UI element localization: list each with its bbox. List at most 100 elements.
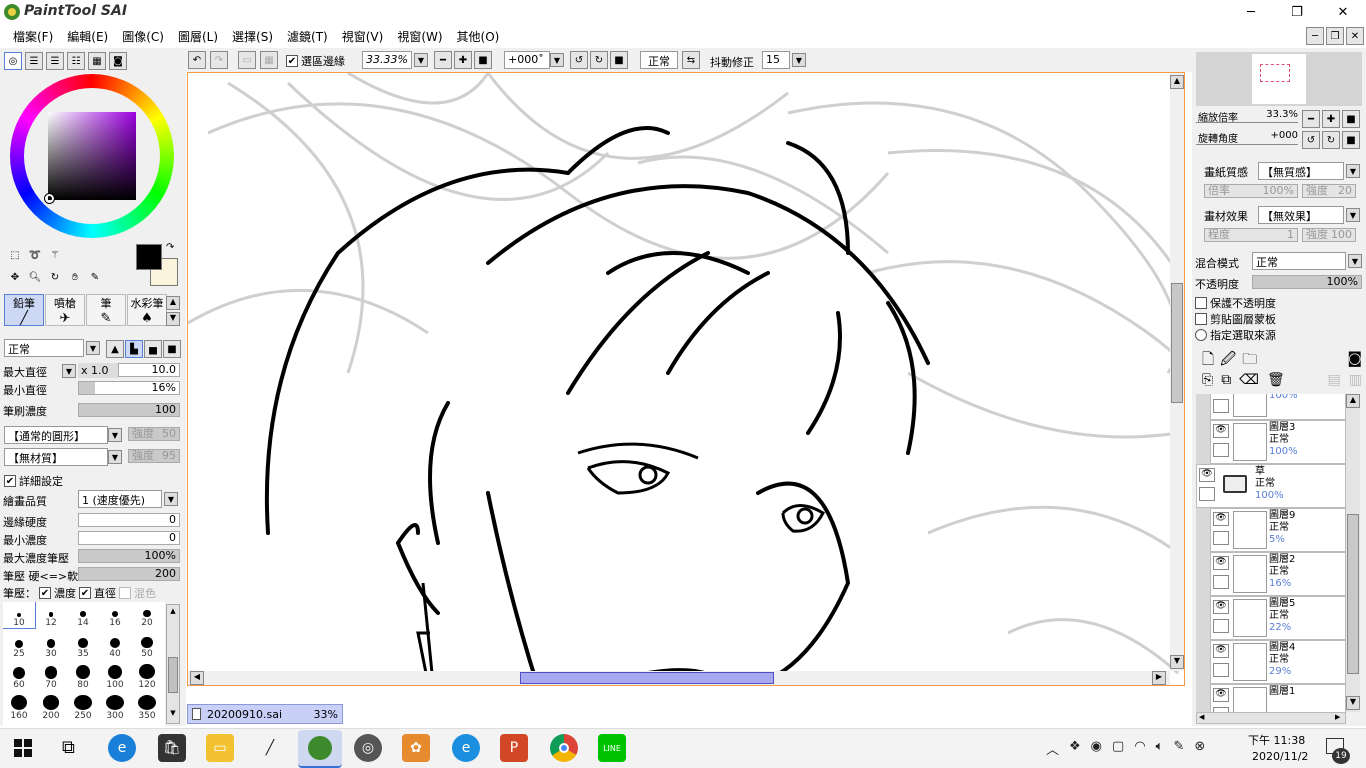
hsv-slider-tab-icon[interactable]: ☰ xyxy=(46,52,64,70)
layer-item[interactable]: 👁 圖層2 正常 16% xyxy=(1210,552,1346,596)
protect-opacity-checkbox[interactable] xyxy=(1195,297,1207,309)
nav-zoom-in-button[interactable]: ✚ xyxy=(1322,110,1340,128)
paint-icon[interactable]: ✿ xyxy=(402,734,430,762)
layer-list-hscrollbar[interactable]: ◀ ▶ xyxy=(1196,712,1346,724)
tip-hard-icon[interactable]: ▲ xyxy=(106,340,124,358)
primary-color-swatch[interactable] xyxy=(136,244,162,270)
blend-mode-select[interactable]: 正常 xyxy=(1252,252,1346,270)
brush-size-cell[interactable]: 100 xyxy=(99,664,131,690)
tool-scroll-up-icon[interactable]: ▲ xyxy=(166,296,180,310)
angle-dropdown-icon[interactable]: ▼ xyxy=(550,53,564,67)
brush-size-cell[interactable]: 60 xyxy=(3,664,35,690)
flip-button[interactable]: ⇆ xyxy=(682,51,700,69)
merge-down-icon[interactable]: ⎘ xyxy=(1202,372,1213,388)
layer-option-b-icon[interactable]: ▥ xyxy=(1349,372,1362,388)
effect-strength-slider[interactable]: 強度 100 xyxy=(1302,228,1356,242)
tool-tab-0[interactable]: 鉛筆 ╱ xyxy=(4,294,44,326)
nav-zoom-reset-button[interactable]: ■ xyxy=(1342,110,1360,128)
pressure-size-checkbox[interactable]: ✔ xyxy=(79,587,91,599)
rect-select-icon[interactable]: ⬚ xyxy=(6,246,24,264)
brush-app-icon[interactable]: ╱ xyxy=(256,734,284,762)
antivirus-icon[interactable]: ◉ xyxy=(1091,739,1102,758)
brush-size-cell[interactable]: 14 xyxy=(67,602,99,628)
line-icon[interactable]: LINE xyxy=(598,734,626,762)
file-tab[interactable]: 20200910.sai 33% xyxy=(187,704,343,724)
brush-size-cell[interactable]: 70 xyxy=(35,664,67,690)
dropbox-icon[interactable]: ❖ xyxy=(1069,739,1081,758)
doc-minimize-button[interactable]: ─ xyxy=(1306,27,1324,45)
new-layer-icon[interactable]: 🗋 xyxy=(1202,349,1214,374)
move-icon[interactable]: ✥ xyxy=(6,268,24,286)
rotate-left-button[interactable]: ↺ xyxy=(570,51,588,69)
palette-tab-icon[interactable]: ▦ xyxy=(88,52,106,70)
swap-colors-icon[interactable]: ↷ xyxy=(166,242,174,253)
stabilizer-dropdown-icon[interactable]: ▼ xyxy=(792,53,806,67)
layer-mask-icon[interactable]: ◙ xyxy=(1347,349,1362,374)
quality-select[interactable]: 1 (速度優先) xyxy=(78,490,162,508)
wifi-icon[interactable]: ◠ xyxy=(1134,739,1145,758)
nav-rotate-right-button[interactable]: ↻ xyxy=(1322,131,1340,149)
zoom-in-button[interactable]: ✚ xyxy=(454,51,472,69)
layer-visibility-eye-icon[interactable]: 👁 xyxy=(1213,556,1229,570)
selection-edge-checkbox[interactable]: ✔ xyxy=(286,55,298,67)
layer-lock-checkbox[interactable] xyxy=(1213,399,1229,413)
layer-item[interactable]: 👁 圖層4 正常 29% xyxy=(1210,640,1346,684)
doc-restore-button[interactable]: ❐ xyxy=(1326,27,1344,45)
chrome-icon[interactable] xyxy=(550,734,578,762)
menu-item-5[interactable]: 濾鏡(T) xyxy=(280,28,335,45)
selection-source-radio[interactable] xyxy=(1195,329,1207,341)
menu-item-7[interactable]: 視窗(W) xyxy=(390,28,449,45)
layer-visibility-eye-icon[interactable]: 👁 xyxy=(1199,468,1215,482)
layer-folder[interactable]: 👁 草正常 100% xyxy=(1196,464,1346,508)
color-picker-handle[interactable] xyxy=(44,193,55,204)
canvas-hscrollbar[interactable]: ◀ ▶ xyxy=(188,671,1170,685)
brush-mode-select[interactable]: 正常 xyxy=(4,339,84,357)
volume-icon[interactable]: 🔈︎ xyxy=(1156,739,1164,758)
magic-wand-icon[interactable]: ⚚ xyxy=(46,246,64,264)
brush-size-cell[interactable]: 20 xyxy=(131,602,163,628)
rotate-icon[interactable]: ↻ xyxy=(46,268,64,286)
layer-lock-checkbox[interactable] xyxy=(1213,663,1229,677)
brush-size-cell[interactable]: 12 xyxy=(35,602,67,628)
quality-dropdown-icon[interactable]: ▼ xyxy=(164,492,178,506)
edge-hardness-slider[interactable]: 0 xyxy=(78,513,180,527)
nav-rotate-left-button[interactable]: ↺ xyxy=(1302,131,1320,149)
clipping-mask-checkbox[interactable] xyxy=(1195,313,1207,325)
brush-size-cell[interactable]: 40 xyxy=(99,633,131,659)
nav-rotate-reset-button[interactable]: ■ xyxy=(1342,131,1360,149)
start-icon[interactable] xyxy=(14,739,32,757)
max-size-slider[interactable]: 10.0 xyxy=(118,363,180,377)
layer-visibility-eye-icon[interactable]: 👁 xyxy=(1213,644,1229,658)
tool-scroll-down-icon[interactable]: ▼ xyxy=(166,312,180,326)
pen-icon[interactable]: ✎ xyxy=(1173,739,1184,758)
tip-medium-icon[interactable]: ▙ xyxy=(125,340,143,358)
layer-lock-checkbox[interactable] xyxy=(1213,575,1229,589)
brush-texture-select[interactable]: 【無材質】 xyxy=(4,448,108,466)
tool-tab-1[interactable]: 噴槍 ✈ xyxy=(45,294,85,326)
zoom-field[interactable]: 33.33% xyxy=(362,51,412,69)
density-slider[interactable]: 100 xyxy=(78,403,180,417)
navigator-preview[interactable] xyxy=(1196,52,1362,106)
drawing-canvas[interactable]: ▲ ▼ ◀ ▶ xyxy=(187,72,1185,686)
brush-size-cell[interactable]: 200 xyxy=(35,695,67,721)
min-size-slider[interactable]: 16% xyxy=(78,381,180,395)
layer-item[interactable]: 👁 圖層3 正常 100% xyxy=(1210,420,1346,464)
paper-texture-select[interactable]: 【無質感】 xyxy=(1258,162,1344,180)
invert-selection-icon[interactable]: ▦ xyxy=(260,51,278,69)
effect-select[interactable]: 【無效果】 xyxy=(1258,206,1344,224)
nav-zoom-out-button[interactable]: ━ xyxy=(1302,110,1320,128)
ie-icon[interactable]: e xyxy=(452,734,480,762)
clear-layer-icon[interactable]: ⌫ xyxy=(1239,372,1259,388)
menu-item-2[interactable]: 圖像(C) xyxy=(115,28,171,45)
menu-item-0[interactable]: 檔案(F) xyxy=(6,28,60,45)
stabilizer-field[interactable]: 15 xyxy=(762,51,790,69)
layer-visibility-eye-icon[interactable]: 👁 xyxy=(1213,600,1229,614)
nav-zoom-slider[interactable] xyxy=(1196,122,1298,123)
menu-item-8[interactable]: 其他(O) xyxy=(450,28,507,45)
layer-item[interactable]: 👁 圖層5 正常 22% xyxy=(1210,596,1346,640)
zoom-out-button[interactable]: ━ xyxy=(434,51,452,69)
tool-tab-2[interactable]: 筆 ✎ xyxy=(86,294,126,326)
minimize-button[interactable]: ─ xyxy=(1228,0,1274,24)
layer-item[interactable]: 👁 圖層9 正常 5% xyxy=(1210,508,1346,552)
brush-mode-dropdown-icon[interactable]: ▼ xyxy=(86,341,100,355)
